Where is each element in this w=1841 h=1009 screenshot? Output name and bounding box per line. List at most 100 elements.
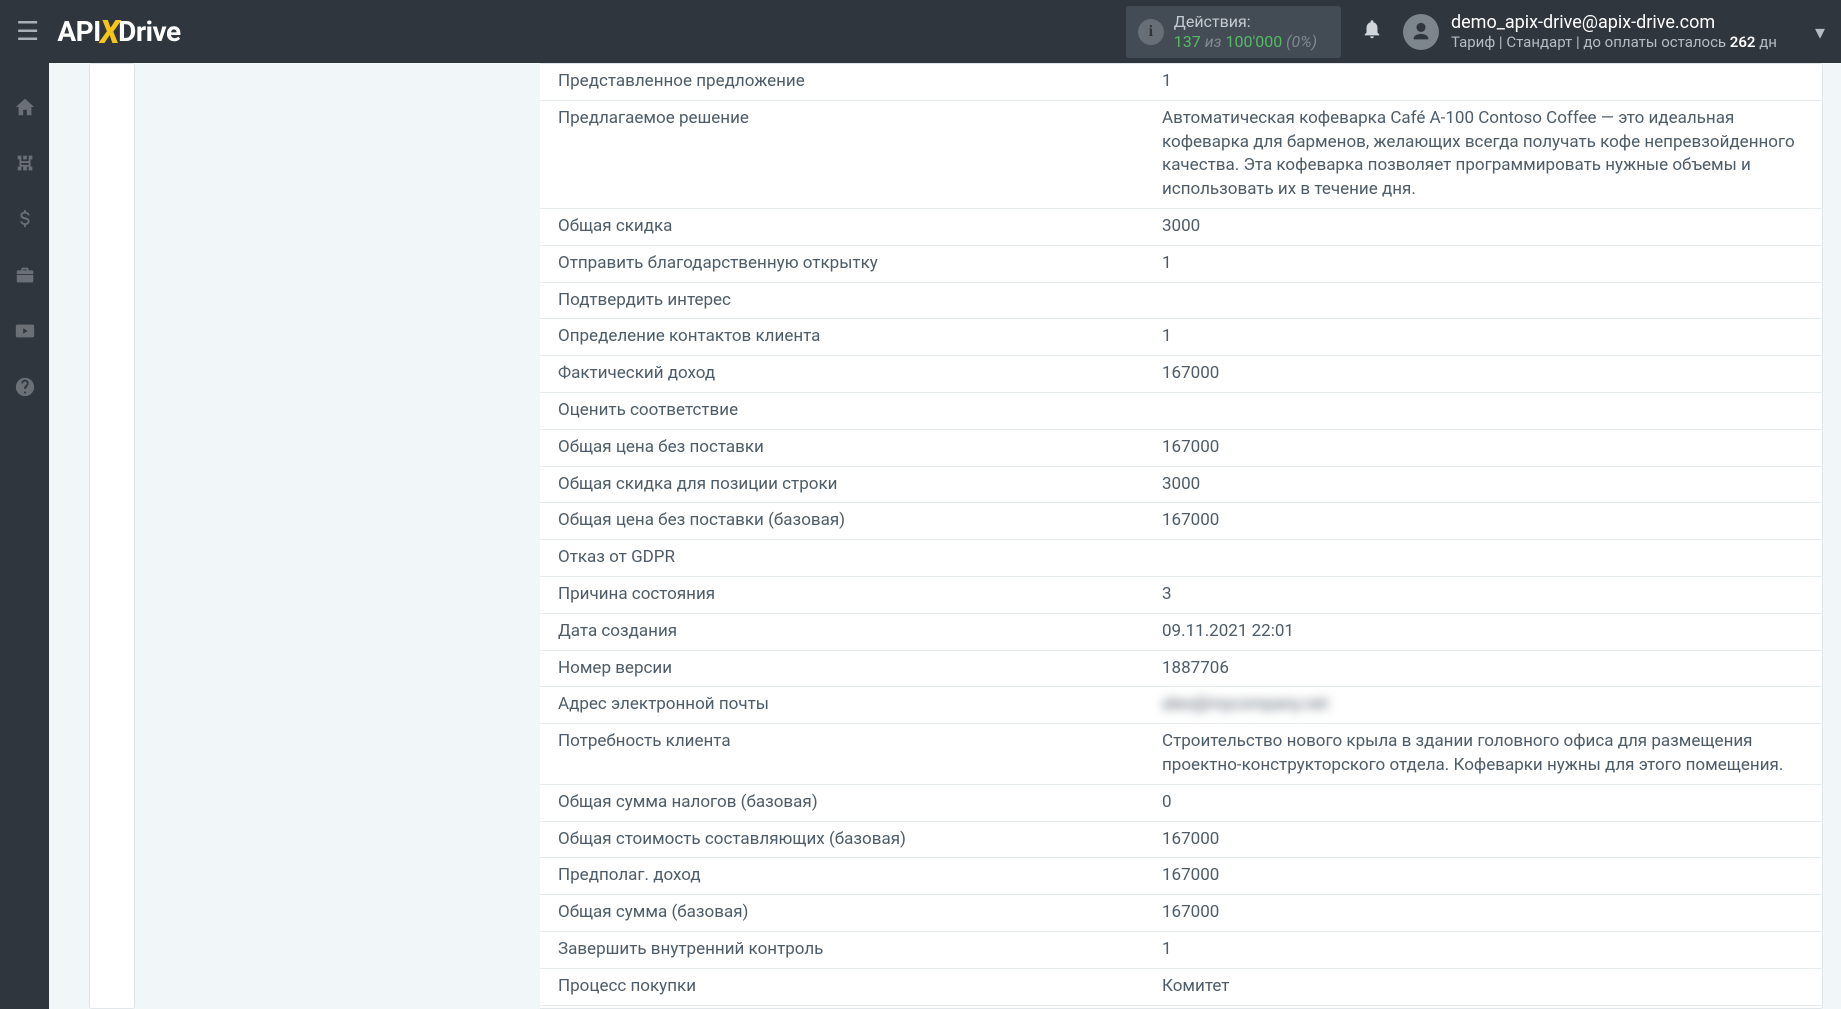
data-row: Причина состояния3	[540, 577, 1822, 614]
data-row: Общая цена без поставки (базовая)167000	[540, 503, 1822, 540]
data-row-key: Фактический доход	[540, 356, 1152, 392]
data-row-value: 1	[1152, 64, 1822, 100]
data-row-value: alex@mycompany.net	[1152, 687, 1822, 723]
data-row: ОписаниеПоставка кофеварок для нового зд…	[540, 1006, 1822, 1009]
notifications-icon[interactable]	[1361, 18, 1383, 46]
data-row-key: Представленное предложение	[540, 64, 1152, 100]
data-row: Общая скидка для позиции строки3000	[540, 467, 1822, 504]
data-row: Подтвердить интерес	[540, 283, 1822, 320]
actions-label: Действия:	[1174, 12, 1317, 32]
actions-total: 100'000	[1225, 32, 1282, 51]
logo-x: X	[100, 13, 119, 51]
actions-iz: из	[1201, 32, 1226, 51]
data-row: Общая сумма (базовая)167000	[540, 895, 1822, 932]
data-row-key: Причина состояния	[540, 577, 1152, 613]
data-row-value: Строительство нового крыла в здании голо…	[1152, 724, 1822, 784]
data-row-key: Общая скидка	[540, 209, 1152, 245]
data-row-key: Общая сумма (базовая)	[540, 895, 1152, 931]
data-row-value: Автоматическая кофеварка Café A-100 Cont…	[1152, 101, 1822, 208]
data-row-key: Отправить благодарственную открытку	[540, 246, 1152, 282]
logo-api: API	[57, 15, 101, 48]
data-row-value: 3000	[1152, 209, 1822, 245]
data-row-value: 167000	[1152, 895, 1822, 931]
tariff-prefix: Тариф | Стандарт | до оплаты осталось	[1451, 33, 1730, 51]
data-row: Процесс покупкиКомитет	[540, 969, 1822, 1006]
data-row-key: Номер версии	[540, 651, 1152, 687]
data-row-key: Адрес электронной почты	[540, 687, 1152, 723]
data-row-key: Потребность клиента	[540, 724, 1152, 784]
data-row-key: Предлагаемое решение	[540, 101, 1152, 208]
actions-counter[interactable]: i Действия: 137 из 100'000 (0%)	[1126, 6, 1341, 58]
data-row-key: Завершить внутренний контроль	[540, 932, 1152, 968]
data-row-value: 09.11.2021 22:01	[1152, 614, 1822, 650]
data-row: Адрес электронной почтыalex@mycompany.ne…	[540, 687, 1822, 724]
sidebar-item-briefcase[interactable]	[0, 259, 49, 291]
tariff-suffix: дн	[1756, 33, 1777, 51]
user-menu[interactable]: demo_apix-drive@apix-drive.com Тариф | С…	[1403, 12, 1777, 51]
sidebar-item-video[interactable]	[0, 315, 49, 347]
data-row-value: 1887706	[1152, 651, 1822, 687]
data-row-key: Описание	[540, 1006, 1152, 1009]
data-row-value: Поставка кофеварок для нового здания	[1152, 1006, 1822, 1009]
data-row: Фактический доход167000	[540, 356, 1822, 393]
data-row-value: 167000	[1152, 356, 1822, 392]
data-row-value: 167000	[1152, 430, 1822, 466]
data-row: Дата создания09.11.2021 22:01	[540, 614, 1822, 651]
data-row-key: Общая стоимость составляющих (базовая)	[540, 822, 1152, 858]
sidebar-item-connections[interactable]	[0, 147, 49, 179]
logo[interactable]: API X Drive	[57, 13, 180, 51]
data-row-key: Оценить соответствие	[540, 393, 1152, 429]
data-row: Предполаг. доход167000	[540, 858, 1822, 895]
topbar: ☰ API X Drive i Действия: 137 из 100'000…	[0, 0, 1841, 63]
data-row: Потребность клиентаСтроительство нового …	[540, 724, 1822, 785]
data-row-key: Отказ от GDPR	[540, 540, 1152, 576]
data-row: Общая цена без поставки167000	[540, 430, 1822, 467]
data-row: Завершить внутренний контроль1	[540, 932, 1822, 969]
data-row: Общая скидка3000	[540, 209, 1822, 246]
data-row-value: 0	[1152, 785, 1822, 821]
logo-drive: Drive	[118, 15, 180, 48]
data-row-key: Общая скидка для позиции строки	[540, 467, 1152, 503]
tariff-days: 262	[1730, 33, 1756, 51]
data-row-value	[1152, 393, 1822, 429]
data-row-key: Процесс покупки	[540, 969, 1152, 1005]
sidebar	[0, 63, 49, 1009]
data-row: Номер версии1887706	[540, 651, 1822, 688]
sidebar-item-help[interactable]	[0, 371, 49, 403]
menu-toggle-icon[interactable]: ☰	[16, 17, 39, 47]
data-row-value: 1	[1152, 246, 1822, 282]
data-row-key: Общая цена без поставки (базовая)	[540, 503, 1152, 539]
data-row-value: 1	[1152, 319, 1822, 355]
data-row: Общая сумма налогов (базовая)0	[540, 785, 1822, 822]
data-panel: Представленное предложение1Предлагаемое …	[540, 63, 1823, 1009]
chevron-down-icon[interactable]: ▾	[1815, 20, 1825, 44]
data-row-value	[1152, 283, 1822, 319]
actions-count: 137	[1174, 32, 1201, 51]
data-row: Отказ от GDPR	[540, 540, 1822, 577]
left-empty-panel	[89, 63, 135, 1009]
data-row-key: Подтвердить интерес	[540, 283, 1152, 319]
data-row-value	[1152, 540, 1822, 576]
sidebar-item-home[interactable]	[0, 91, 49, 123]
avatar-icon	[1403, 14, 1439, 50]
data-row: Представленное предложение1	[540, 64, 1822, 101]
data-row: Предлагаемое решениеАвтоматическая кофев…	[540, 101, 1822, 209]
data-row: Общая стоимость составляющих (базовая)16…	[540, 822, 1822, 859]
data-row: Оценить соответствие	[540, 393, 1822, 430]
data-row-key: Предполаг. доход	[540, 858, 1152, 894]
data-row-value: 3000	[1152, 467, 1822, 503]
data-row-key: Общая сумма налогов (базовая)	[540, 785, 1152, 821]
data-row-key: Определение контактов клиента	[540, 319, 1152, 355]
data-row-value: Комитет	[1152, 969, 1822, 1005]
actions-pct: (0%)	[1282, 32, 1317, 51]
data-row-key: Дата создания	[540, 614, 1152, 650]
data-row-value: 167000	[1152, 822, 1822, 858]
sidebar-item-billing[interactable]	[0, 203, 49, 235]
data-row: Отправить благодарственную открытку1	[540, 246, 1822, 283]
data-row-value: 3	[1152, 577, 1822, 613]
info-icon: i	[1138, 19, 1164, 45]
data-row-value: 167000	[1152, 503, 1822, 539]
data-row-key: Общая цена без поставки	[540, 430, 1152, 466]
data-row: Определение контактов клиента1	[540, 319, 1822, 356]
data-row-value: 1	[1152, 932, 1822, 968]
